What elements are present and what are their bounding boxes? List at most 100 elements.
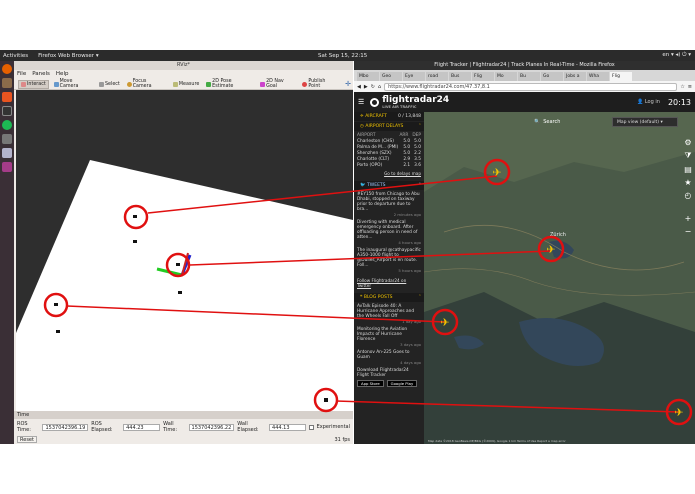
fr-logo-subtitle: LIVE AIR TRAFFIC — [382, 105, 417, 109]
airport-delays-header[interactable]: ◷ AIRPORT DELAYS ˄ — [354, 122, 424, 131]
playback-icon[interactable]: ◴ — [685, 191, 692, 200]
map-view-dropdown[interactable]: Map view (default) ▾ — [612, 117, 678, 127]
tool-2d-nav-goal[interactable]: 2D Nav Goal — [258, 79, 297, 89]
settings-icon[interactable] — [2, 134, 12, 144]
rviz-scene — [16, 160, 353, 411]
ros-time-field[interactable]: 1537042396.19 — [42, 423, 89, 431]
url-input[interactable]: https://www.flightradar24.com/47.37,8.1 — [384, 82, 678, 91]
map-search[interactable]: 🔍 Search — [534, 119, 560, 125]
tool-select[interactable]: Select — [97, 80, 122, 89]
fr-logo[interactable]: flightradar24 LIVE AIR TRAFFIC — [370, 95, 449, 109]
time-panel: Time ROS Time: 1537042396.19 ROS Elapsed… — [14, 411, 353, 444]
wall-time-field[interactable]: 1537042396.22 — [188, 423, 235, 431]
tool-interact[interactable]: Interact — [18, 79, 49, 89]
browser-tab[interactable]: Mbo — [357, 72, 379, 81]
browser-tab[interactable]: Bu — [518, 72, 540, 81]
bookmark-star-icon[interactable]: ☆ — [680, 84, 684, 90]
aircraft-count: 0 / 13,848 — [398, 114, 421, 119]
aircraft-header[interactable]: ✈ AIRCRAFT 0 / 13,848 — [354, 112, 424, 121]
delays-map-link[interactable]: Go to delays map — [357, 169, 421, 178]
hamburger-icon[interactable]: ☰ — [358, 98, 364, 106]
tool-2d-pose-estimate[interactable]: 2D Pose Estimate — [204, 79, 255, 89]
tool-publish-point[interactable]: Publish Point — [300, 79, 340, 89]
menu-file[interactable]: File — [17, 70, 26, 79]
forward-icon[interactable]: ▶ — [364, 84, 368, 90]
flightradar-page: ☰ flightradar24 LIVE AIR TRAFFIC 👤 Log i… — [354, 92, 695, 444]
move-camera-icon — [53, 81, 59, 87]
login-link[interactable]: 👤 Log in — [637, 99, 660, 105]
rviz-icon[interactable] — [2, 148, 12, 158]
menu-help[interactable]: Help — [56, 70, 69, 79]
firefox-icon[interactable] — [2, 64, 12, 74]
tool-move-camera[interactable]: Move Camera — [52, 79, 94, 89]
system-tray[interactable]: en ▾ ◂) ⏻ ▾ — [662, 52, 691, 59]
tool-focus-camera[interactable]: Focus Camera — [125, 79, 168, 89]
reset-button[interactable]: Reset — [17, 436, 37, 443]
list-item[interactable]: #EY150 from Chicago to Abu Dhabi, stoppe… — [357, 192, 421, 217]
wall-time-label: Wall Time: — [163, 421, 178, 433]
system-clock[interactable]: Sat Sep 15, 22:15 — [318, 53, 367, 59]
active-browser-tab[interactable]: Flig — [610, 72, 632, 81]
app-menu[interactable]: Firefox Web Browser ▾ — [38, 53, 99, 59]
tweets-header[interactable]: 🐦 TWEETS ˄ — [354, 181, 424, 190]
browser-tab[interactable]: Geo — [380, 72, 402, 81]
browser-tab[interactable]: Bus — [449, 72, 471, 81]
list-item[interactable]: AvTalk Episode 40: A Hurricane Approache… — [357, 304, 421, 324]
activities-button[interactable]: Activities — [3, 53, 28, 59]
twitter-icon: 🐦 — [360, 183, 368, 188]
blog-posts-header[interactable]: ❝ BLOG POSTS ˄ — [354, 293, 424, 302]
browser-tab[interactable]: Wha — [587, 72, 609, 81]
gear-icon[interactable]: ⚙ — [684, 138, 691, 147]
terminal-icon[interactable] — [2, 106, 12, 116]
chevron-up-icon: ˄ — [418, 183, 421, 188]
zoom-in-icon[interactable]: + — [685, 214, 692, 223]
experimental-checkbox[interactable] — [309, 424, 314, 430]
spotify-icon[interactable] — [2, 120, 12, 130]
rviz-title: RViz* — [14, 61, 353, 70]
marker-2 — [178, 291, 182, 294]
reload-icon[interactable]: ↻ — [371, 84, 375, 90]
list-item[interactable]: Monitoring the Aviation Impacts of Hurri… — [357, 327, 421, 347]
browser-tab[interactable]: Flig — [472, 72, 494, 81]
tweets-list: #EY150 from Chicago to Abu Dhabi, stoppe… — [354, 190, 424, 293]
back-icon[interactable]: ◀ — [357, 84, 361, 90]
list-item[interactable]: Antonov An-225 Goes to Guam 4 days ago — [357, 350, 421, 365]
browser-tab[interactable]: Go — [541, 72, 563, 81]
follow-twitter-link[interactable]: Follow Flightradar24 on Twitter — [357, 276, 421, 290]
menu-panels[interactable]: Panels — [32, 70, 50, 79]
search-icon: 🔍 — [534, 119, 541, 125]
browser-tab[interactable]: Mo — [495, 72, 517, 81]
fr-map[interactable]: Zürich 🔍 Search Map view (default) ▾ ⚙ ⧩ … — [424, 112, 695, 444]
app-store-badge[interactable]: App Store — [357, 380, 384, 387]
software-icon[interactable] — [2, 92, 12, 102]
home-icon[interactable]: ⌂ — [378, 84, 381, 90]
radar-logo-icon — [370, 97, 380, 107]
update-icon[interactable] — [2, 162, 12, 172]
star-icon[interactable]: ★ — [684, 178, 691, 187]
firefox-title: Flight Tracker | Flightradar24 | Track P… — [354, 61, 695, 70]
store-badges: App Store Google Play — [357, 380, 421, 387]
files-icon[interactable] — [2, 78, 12, 88]
menu-icon[interactable]: ≡ — [688, 84, 692, 90]
list-item[interactable]: Diverting with medical emergency onboard… — [357, 220, 421, 245]
wall-elapsed-label: Wall Elapsed: — [237, 421, 259, 433]
ros-elapsed-field[interactable]: 444.23 — [123, 423, 161, 431]
wall-elapsed-field[interactable]: 444.13 — [269, 423, 307, 431]
chevron-up-icon: ˄ — [418, 124, 421, 129]
tab-strip: Mbo Geo Eye road Bus Flig Mo Bu Go Jobs … — [354, 70, 695, 81]
experimental-label: Experimental — [316, 424, 350, 430]
delays-table: AIRPORT ARR DEP Charleston (CHS) 5.0 5.0 Pa… — [354, 131, 424, 181]
tool-add[interactable]: ✛ — [343, 80, 353, 89]
google-play-badge[interactable]: Google Play — [386, 380, 418, 387]
browser-tab[interactable]: Eye — [403, 72, 425, 81]
browser-tab[interactable]: Jobs a — [564, 72, 586, 81]
tool-measure[interactable]: Measure — [171, 80, 201, 89]
rviz-3d-view[interactable] — [16, 90, 353, 411]
filter-icon[interactable]: ⧩ — [684, 151, 691, 161]
layers-icon[interactable]: ▤ — [684, 165, 692, 174]
zoom-out-icon[interactable]: − — [685, 227, 692, 236]
nav-goal-icon — [260, 81, 266, 87]
list-item[interactable]: The inaugural @cathaypacific A350-1000 f… — [357, 248, 421, 273]
browser-tab[interactable]: road — [426, 72, 448, 81]
fr-logo-text: flightradar24 — [382, 95, 450, 105]
